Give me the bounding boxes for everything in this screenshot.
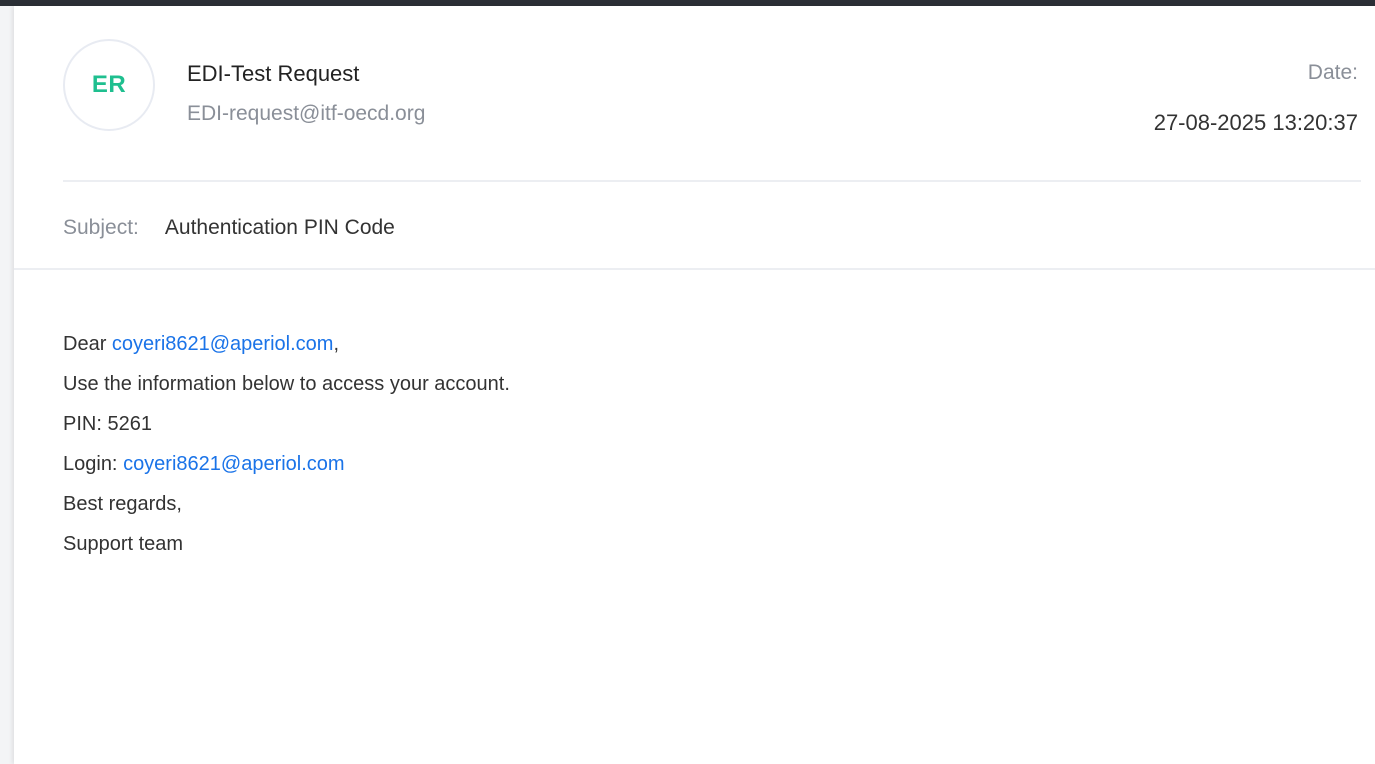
- subject-value: Authentication PIN Code: [164, 216, 395, 239]
- login-email-link[interactable]: coyeri8621@aperiol.com: [123, 453, 345, 475]
- pin-line: PIN: 5261: [63, 413, 152, 435]
- email-view: ER EDI-Test Request EDI-request@itf-oecd…: [14, 6, 1375, 764]
- sender-email[interactable]: EDI-request@itf-oecd.org: [187, 102, 425, 126]
- signature-line: Support team: [63, 533, 184, 555]
- header-divider: [63, 180, 1361, 182]
- greeting-line: Dear coyeri8621@aperiol.com,: [63, 324, 510, 364]
- date-label: Date:: [1307, 61, 1358, 84]
- date-value: 27-08-2025 13:20:37: [1153, 110, 1358, 135]
- greeting-prefix: Dear: [63, 333, 112, 355]
- email-header: ER EDI-Test Request EDI-request@itf-oecd…: [14, 6, 1375, 181]
- greeting-email-link[interactable]: coyeri8621@aperiol.com: [112, 333, 334, 355]
- login-line: Login: coyeri8621@aperiol.com: [63, 444, 510, 484]
- sender-avatar: ER: [63, 39, 155, 131]
- subject-row: Subject: Authentication PIN Code: [63, 213, 395, 243]
- greeting-suffix: ,: [333, 333, 339, 355]
- email-body: Dear coyeri8621@aperiol.com, Use the inf…: [63, 324, 510, 564]
- sender-name: EDI-Test Request: [187, 61, 360, 86]
- avatar-initials: ER: [91, 71, 127, 98]
- login-prefix: Login:: [63, 453, 124, 475]
- info-line: Use the information below to access your…: [63, 373, 510, 395]
- regards-line: Best regards,: [63, 493, 182, 515]
- subject-divider: [14, 268, 1375, 270]
- subject-label: Subject:: [63, 216, 139, 239]
